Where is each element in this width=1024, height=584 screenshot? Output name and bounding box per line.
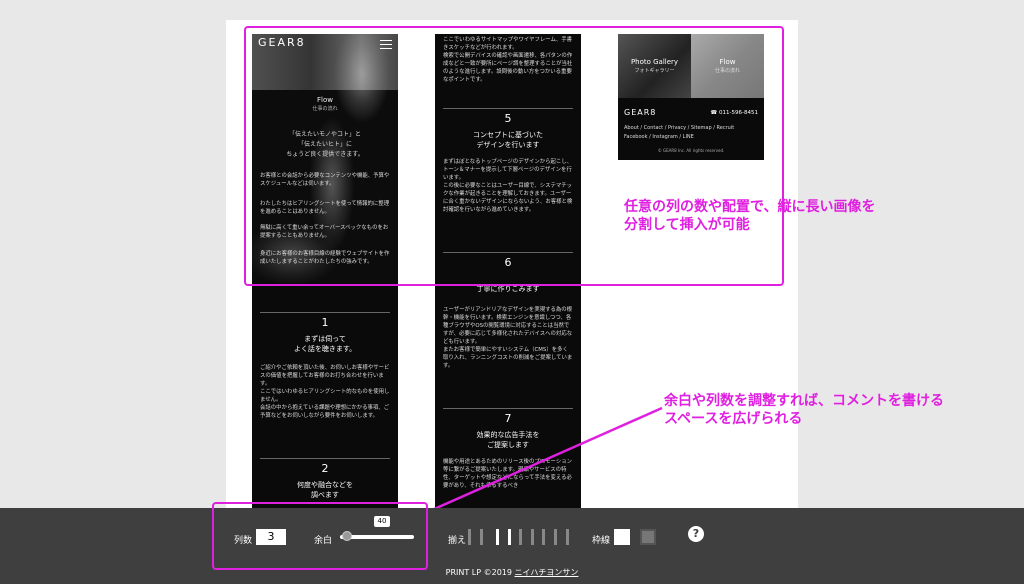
align-center-option[interactable] xyxy=(496,529,511,545)
step-title-2: 何度や融合などを 調べます xyxy=(297,481,353,499)
align-left-option[interactable] xyxy=(468,529,483,545)
footer-author-link[interactable]: ニイハチヨンサン xyxy=(515,568,579,577)
step-number-2: 2 xyxy=(321,462,329,475)
annotation-margin: 余白や列数を調整すれば、コメントを書ける スペースを広げられる xyxy=(664,393,944,427)
settings-toolbar: 列数 3 余白 40 揃え 枠線 ? PRINT LP ©2019 ニイハチヨン… xyxy=(0,502,1024,584)
divider xyxy=(260,458,390,459)
align-justify-option[interactable] xyxy=(542,529,557,545)
step-title-1: まずは伺って よく話を聴きます。 xyxy=(293,335,357,353)
border-white-option[interactable] xyxy=(614,529,630,545)
step-body-1: ご紹介やご依頼を頂いた後、お伺いしお客様やサービスの価値を把握してお客様のお打ち… xyxy=(260,365,390,419)
help-icon[interactable]: ? xyxy=(688,526,704,542)
preview-stage: GEAR8 Flow 仕事の流れ 「伝えたいモノやコト」と 「伝えたいヒト」に … xyxy=(0,0,1024,522)
app-footer: PRINT LP ©2019 ニイハチヨンサン xyxy=(0,567,1024,578)
step-number-1: 1 xyxy=(321,316,329,329)
highlight-box-settings xyxy=(212,502,428,570)
align-label: 揃え xyxy=(448,536,467,546)
divider xyxy=(260,312,390,313)
align-right-option[interactable] xyxy=(519,529,534,545)
annotation-columns: 任意の列の数や配置で、縦に長い画像を 分割して挿入が可能 xyxy=(624,199,876,233)
border-label: 枠線 xyxy=(592,536,611,546)
step-body-6: ユーザーがリアンドリアなデザインを実現する為の根幹・機能を行います。検索エンジン… xyxy=(443,307,573,369)
border-gray-option[interactable] xyxy=(640,529,656,545)
align-edge-option[interactable] xyxy=(566,529,569,545)
footer-copyright: PRINT LP ©2019 xyxy=(445,568,512,577)
highlight-box-columns xyxy=(244,26,784,286)
